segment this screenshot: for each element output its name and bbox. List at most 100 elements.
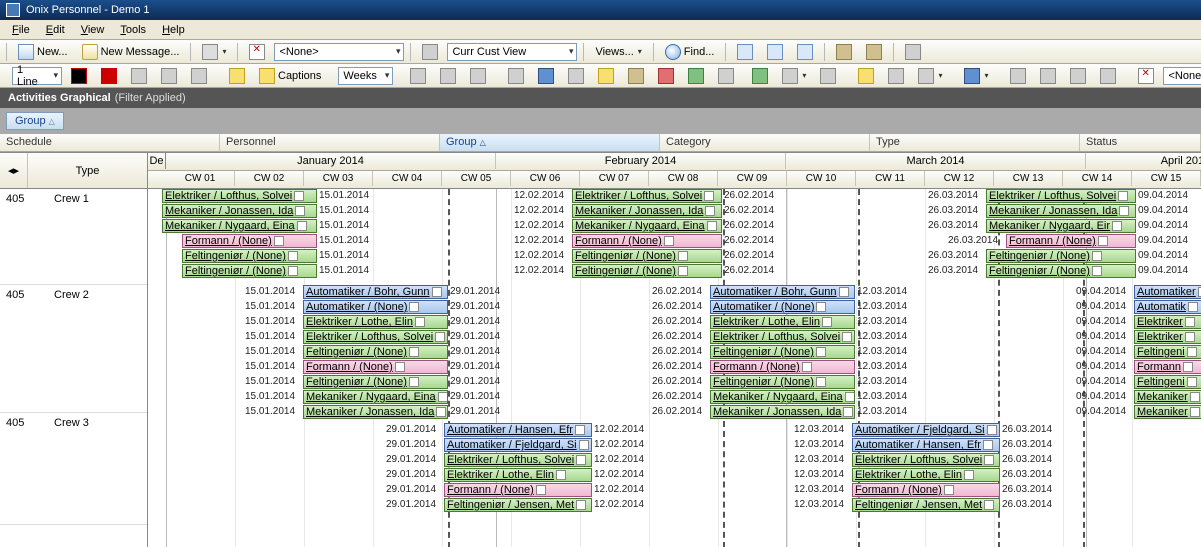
gantt-bar[interactable]: Automatiker / Hansen, Efr — [852, 438, 1000, 452]
tool1-button[interactable] — [593, 65, 619, 87]
zoom-in-button[interactable] — [435, 65, 461, 87]
refresh-button[interactable] — [417, 41, 443, 63]
gantt-bar[interactable]: Elektriker / Lofthus, Solvei — [710, 330, 855, 344]
gantt-bar[interactable]: Mekaniker / Nygaard, Eina — [572, 219, 722, 233]
gantt-bar[interactable]: Mekaniker / Nygaard, Eina — [162, 219, 317, 233]
tool2-button[interactable] — [623, 65, 649, 87]
crew-row[interactable]: 405Crew 2 — [0, 285, 147, 413]
menu-file[interactable]: File — [4, 24, 38, 36]
grid-button[interactable] — [533, 65, 559, 87]
chart-button[interactable] — [900, 41, 926, 63]
gantt-bar[interactable]: Formann / (None) — [1006, 234, 1136, 248]
captions-button[interactable]: Captions — [254, 65, 326, 87]
line-dropdown[interactable]: 1 Line — [12, 67, 62, 85]
layout3-button[interactable] — [792, 41, 818, 63]
gantt-bar[interactable]: Automatiker / Hansen, Efr — [444, 423, 592, 437]
gantt-bar[interactable]: Formann / (None) — [182, 234, 317, 248]
camera-button[interactable]: ▾ — [959, 65, 993, 87]
gantt-bar[interactable]: Mekaniker / Jonassen, Ida — [162, 204, 317, 218]
gantt-bar[interactable]: Formann — [1134, 360, 1201, 374]
gantt-bar[interactable]: Automatik — [1134, 300, 1201, 314]
right-dropdown[interactable]: <None> — [1163, 67, 1201, 85]
gantt-bar[interactable]: Mekaniker — [1134, 405, 1201, 419]
gantt-bar[interactable]: Mekaniker / Jonassen, Ida — [710, 405, 855, 419]
gantt-bar[interactable]: Feltingeni — [1134, 375, 1201, 389]
layout1-button[interactable] — [732, 41, 758, 63]
gantt-bar[interactable]: Formann / (None) — [444, 483, 592, 497]
col-category[interactable]: Category — [660, 134, 870, 151]
gantt-bar[interactable]: Automatiker / Bohr, Gunn — [710, 285, 855, 299]
col-personnel[interactable]: Personnel — [220, 134, 440, 151]
col-status[interactable]: Status — [1080, 134, 1201, 151]
gantt-bar[interactable]: Mekaniker / Nygaard, Eir — [986, 219, 1136, 233]
filter-dropdown-1[interactable]: <None> — [274, 43, 404, 61]
gantt-bar[interactable]: Feltingeniør / (None) — [986, 249, 1136, 263]
col-type[interactable]: Type — [870, 134, 1080, 151]
gantt-bar[interactable]: Elektriker / Lothe, Elin — [444, 468, 592, 482]
crew-row[interactable]: 405Crew 1 — [0, 189, 147, 285]
gantt-bar[interactable]: Feltingeniør / (None) — [303, 345, 448, 359]
crew-row[interactable]: 405Crew 3 — [0, 413, 147, 525]
misc1-button[interactable] — [831, 41, 857, 63]
gantt-bar[interactable]: Automatiker — [1134, 285, 1201, 299]
views-button[interactable]: Views...▾ — [590, 43, 646, 61]
gantt-bar[interactable]: Feltingeniør / (None) — [303, 375, 448, 389]
gantt-bar[interactable]: Elektriker — [1134, 330, 1201, 344]
gantt-bar[interactable]: Mekaniker / Jonassen, Ida — [572, 204, 722, 218]
pin-button[interactable] — [224, 65, 250, 87]
percent-button[interactable] — [126, 65, 152, 87]
r3-button[interactable] — [815, 65, 841, 87]
gantt-bar[interactable]: Automatiker / (None) — [710, 300, 855, 314]
gantt-bar[interactable]: Mekaniker / Nygaard, Eina — [710, 390, 855, 404]
people4-button[interactable] — [1095, 65, 1121, 87]
timeline-body[interactable]: Elektriker / Lofthus, Solvei15.01.201412… — [148, 189, 1201, 547]
gantt-bar[interactable]: Elektriker / Lofthus, Solvei — [852, 453, 1000, 467]
tool3-button[interactable] — [653, 65, 679, 87]
flag-red-button[interactable] — [96, 65, 122, 87]
expand-toggle[interactable]: ◂▸ — [0, 153, 28, 188]
tool4-button[interactable] — [683, 65, 709, 87]
gantt-bar[interactable]: Mekaniker — [1134, 390, 1201, 404]
x2-button[interactable] — [1133, 65, 1159, 87]
people3-button[interactable] — [1065, 65, 1091, 87]
gantt-bar[interactable]: Elektriker / Lothe, Elin — [852, 468, 1000, 482]
chain-button[interactable] — [186, 65, 212, 87]
new-button[interactable]: New... — [13, 41, 73, 63]
people1-button[interactable] — [1005, 65, 1031, 87]
find-button[interactable]: Find... — [660, 41, 720, 63]
gantt-bar[interactable]: Feltingeniør / (None) — [182, 264, 317, 278]
gantt-bar[interactable]: Formann / (None) — [852, 483, 1000, 497]
gantt-bar[interactable]: Automatiker / Bohr, Gunn — [303, 285, 448, 299]
gantt-bar[interactable]: Formann / (None) — [572, 234, 722, 248]
gantt-bar[interactable]: Mekaniker / Jonassen, Ida — [303, 405, 448, 419]
zoom-out-button[interactable] — [405, 65, 431, 87]
r5-button[interactable] — [883, 65, 909, 87]
gantt-bar[interactable]: Feltingeniør / (None) — [710, 375, 855, 389]
group-pill[interactable]: Group △ — [6, 112, 64, 130]
gantt-bar[interactable]: Elektriker / Lothe, Elin — [710, 315, 855, 329]
clear-button[interactable] — [244, 41, 270, 63]
tool5-button[interactable] — [713, 65, 739, 87]
menu-help[interactable]: Help — [154, 24, 193, 36]
gantt-bar[interactable]: Feltingeniør / (None) — [572, 249, 722, 263]
person-button[interactable] — [503, 65, 529, 87]
attach-button[interactable]: ▾ — [913, 65, 947, 87]
lock-button[interactable] — [563, 65, 589, 87]
gantt-bar[interactable]: Feltingeniør / Jensen, Met — [852, 498, 1000, 512]
gantt-bar[interactable]: Elektriker / Lofthus, Solvei — [162, 189, 317, 203]
flag-black-button[interactable] — [66, 65, 92, 87]
gantt-bar[interactable]: Mekaniker / Jonassen, Ida — [986, 204, 1136, 218]
gantt-bar[interactable]: Automatiker / Fjeldgard, Si — [852, 423, 1000, 437]
gantt-bar[interactable]: Elektriker / Lofthus, Solvei — [572, 189, 722, 203]
fit-button[interactable] — [465, 65, 491, 87]
r4-button[interactable] — [853, 65, 879, 87]
gantt-bar[interactable]: Elektriker / Lofthus, Solvei — [444, 453, 592, 467]
gantt-bar[interactable]: Feltingeni — [1134, 345, 1201, 359]
new-message-button[interactable]: New Message... — [77, 41, 185, 63]
gantt-bar[interactable]: Mekaniker / Nygaard, Eina — [303, 390, 448, 404]
r1-button[interactable] — [747, 65, 773, 87]
weeks-dropdown[interactable]: Weeks — [338, 67, 393, 85]
menu-tools[interactable]: Tools — [112, 24, 154, 36]
gantt-bar[interactable]: Feltingeniør / Jensen, Met — [444, 498, 592, 512]
col-schedule[interactable]: Schedule — [0, 134, 220, 151]
